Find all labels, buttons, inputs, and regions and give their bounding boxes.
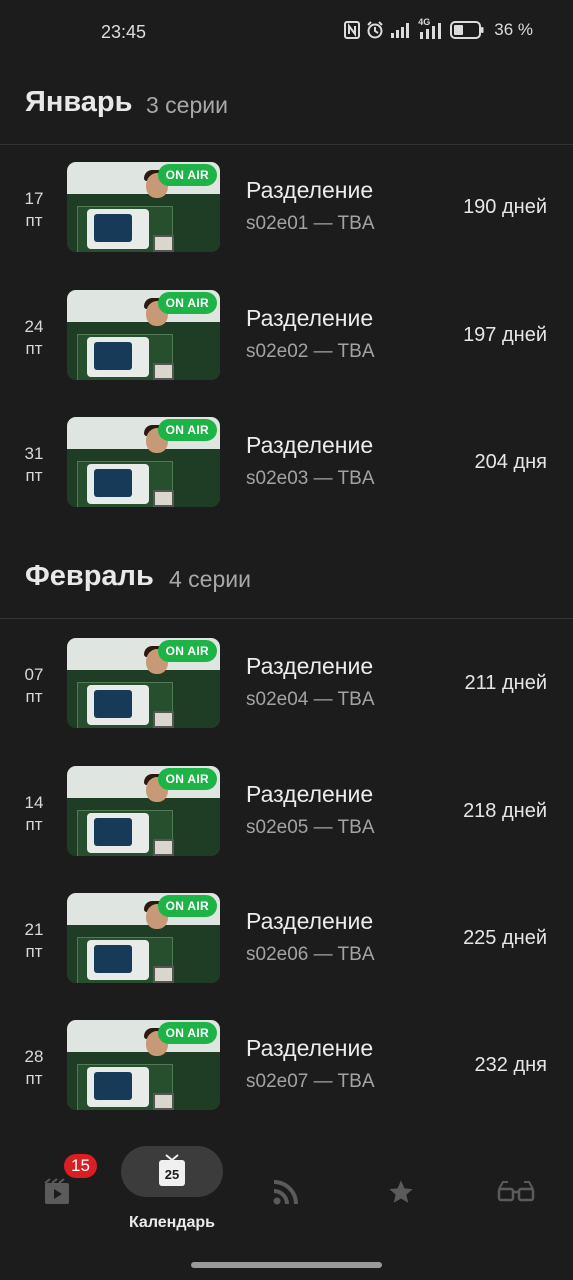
episode-weekday: пт xyxy=(25,339,43,358)
bottom-navigation: 15 25 Календарь xyxy=(0,1132,573,1280)
episode-thumbnail[interactable]: ON AIR xyxy=(67,766,220,856)
nav-feed[interactable] xyxy=(231,1132,341,1232)
episode-subtitle: s02e02 — TBA xyxy=(246,341,375,362)
month-episode-count: 4 серии xyxy=(169,566,251,592)
episode-title: Разделение xyxy=(246,1035,374,1061)
nav-calendar-label: Календарь xyxy=(128,1214,216,1231)
episode-weekday: пт xyxy=(25,942,43,961)
days-until: 225 дней xyxy=(463,927,547,949)
feed-icon xyxy=(273,1180,298,1205)
episode-thumbnail[interactable]: ON AIR xyxy=(67,417,220,507)
divider xyxy=(0,144,573,145)
signal-4g-icon: 4G xyxy=(418,17,444,39)
episode-weekday: пт xyxy=(25,1069,43,1088)
episode-title: Разделение xyxy=(246,432,374,458)
episode-thumbnail[interactable]: ON AIR xyxy=(67,638,220,728)
nav-episodes[interactable]: 15 xyxy=(2,1132,112,1232)
episode-date: 17 пт xyxy=(18,188,50,232)
episode-date: 24 пт xyxy=(18,316,50,360)
episode-thumbnail[interactable]: ON AIR xyxy=(67,290,220,380)
on-air-badge: ON AIR xyxy=(157,419,217,441)
alarm-icon xyxy=(367,21,383,39)
month-header-february: Февраль 4 серии xyxy=(0,540,573,620)
days-until: 197 дней xyxy=(463,324,547,346)
episode-subtitle: s02e03 — TBA xyxy=(246,468,375,489)
episode-row[interactable]: 28 пт ON AIR Разделение s02e07 — TBA 232 … xyxy=(0,1020,573,1115)
status-bar: 23:45 4G 36 % xyxy=(0,0,573,66)
signal-icon xyxy=(391,23,410,38)
episode-row[interactable]: 31 пт ON AIR Разделение s02e03 — TBA 204 … xyxy=(0,417,573,512)
episode-weekday: пт xyxy=(25,687,43,706)
episode-thumbnail[interactable]: ON AIR xyxy=(67,893,220,983)
days-until: 218 дней xyxy=(463,800,547,822)
episode-subtitle: s02e05 — TBA xyxy=(246,817,375,838)
episode-weekday: пт xyxy=(25,466,43,485)
episode-day: 14 xyxy=(24,793,44,812)
episode-row[interactable]: 07 пт ON AIR Разделение s02e04 — TBA 211 … xyxy=(0,638,573,733)
episode-day: 21 xyxy=(24,920,44,939)
on-air-badge: ON AIR xyxy=(157,164,217,186)
episode-title: Разделение xyxy=(246,908,374,934)
episode-row[interactable]: 24 пт ON AIR Разделение s02e02 — TBA 197 … xyxy=(0,290,573,385)
days-until: 232 дня xyxy=(474,1054,547,1076)
episode-thumbnail[interactable]: ON AIR xyxy=(67,1020,220,1110)
days-until: 204 дня xyxy=(474,451,547,473)
nav-calendar[interactable]: 25 Календарь xyxy=(117,1132,227,1232)
calendar-icon-number: 25 xyxy=(165,1167,179,1182)
episode-subtitle: s02e01 — TBA xyxy=(246,213,375,234)
status-icons: 4G 36 % xyxy=(344,17,533,40)
episode-subtitle: s02e06 — TBA xyxy=(246,944,375,965)
battery-icon xyxy=(450,21,484,39)
on-air-badge: ON AIR xyxy=(157,292,217,314)
status-time: 23:45 xyxy=(101,22,147,42)
episodes-icon xyxy=(44,1178,69,1204)
episode-title: Разделение xyxy=(246,305,374,331)
on-air-badge: ON AIR xyxy=(157,1022,217,1044)
home-indicator[interactable] xyxy=(191,1262,382,1268)
episode-date: 31 пт xyxy=(18,443,50,487)
episode-date: 28 пт xyxy=(18,1046,50,1090)
episode-day: 07 xyxy=(24,665,44,684)
month-name: Январь xyxy=(25,86,133,118)
episode-weekday: пт xyxy=(25,815,43,834)
days-until: 211 дней xyxy=(464,672,547,694)
nav-favorites[interactable] xyxy=(346,1132,456,1232)
notification-badge: 15 xyxy=(64,1154,97,1178)
episode-day: 17 xyxy=(24,189,44,208)
on-air-badge: ON AIR xyxy=(157,768,217,790)
calendar-icon: 25 xyxy=(159,1154,185,1186)
month-episode-count: 3 серии xyxy=(146,92,228,118)
episode-row[interactable]: 21 пт ON AIR Разделение s02e06 — TBA 225 … xyxy=(0,893,573,988)
on-air-badge: ON AIR xyxy=(157,895,217,917)
glasses-icon xyxy=(497,1181,535,1202)
nfc-icon xyxy=(344,21,361,39)
episode-day: 28 xyxy=(24,1047,44,1066)
episode-title: Разделение xyxy=(246,653,374,679)
episode-title: Разделение xyxy=(246,177,374,203)
episode-row[interactable]: 17 пт ON AIR Разделение s02e01 — TBA 190 … xyxy=(0,162,573,257)
episode-subtitle: s02e04 — TBA xyxy=(246,689,375,710)
divider xyxy=(0,618,573,619)
episode-subtitle: s02e07 — TBA xyxy=(246,1071,375,1092)
episode-weekday: пт xyxy=(25,211,43,230)
episode-row[interactable]: 14 пт ON AIR Разделение s02e05 — TBA 218 … xyxy=(0,766,573,861)
episode-date: 14 пт xyxy=(18,792,50,836)
battery-percent: 36 % xyxy=(494,20,533,39)
month-header-january: Январь 3 серии xyxy=(0,66,573,146)
month-name: Февраль xyxy=(25,560,154,592)
days-until: 190 дней xyxy=(463,196,547,218)
star-icon xyxy=(389,1180,413,1203)
on-air-badge: ON AIR xyxy=(157,640,217,662)
episode-title: Разделение xyxy=(246,781,374,807)
episode-date: 21 пт xyxy=(18,919,50,963)
nav-watched[interactable] xyxy=(461,1132,571,1232)
episode-thumbnail[interactable]: ON AIR xyxy=(67,162,220,252)
episode-day: 24 xyxy=(24,317,44,336)
episode-day: 31 xyxy=(24,444,44,463)
episode-date: 07 пт xyxy=(18,664,50,708)
